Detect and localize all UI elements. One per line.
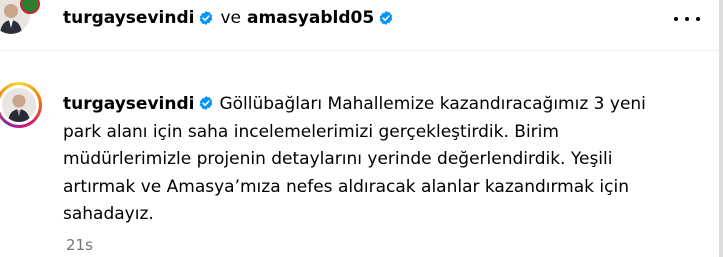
more-horizontal-icon <box>696 17 700 21</box>
commenter-avatar[interactable] <box>2 88 36 122</box>
caption-text-block: turgaysevindi Göllübağları Mahallemize ka… <box>63 91 663 229</box>
verified-badge-icon <box>200 96 213 110</box>
verified-badge-icon <box>379 11 393 25</box>
header-divider <box>0 50 719 51</box>
post-authors: turgaysevindi ve amasyabld05 <box>63 8 394 28</box>
more-options-button[interactable] <box>674 10 700 28</box>
scrollbar-track[interactable] <box>719 0 723 257</box>
commenter-username[interactable]: turgaysevindi <box>63 94 194 114</box>
collab-joiner: ve <box>220 8 241 28</box>
post-panel: turgaysevindi ve amasyabld05 turgaysevin… <box>0 0 723 257</box>
collaborator-avatar[interactable] <box>20 0 40 14</box>
more-horizontal-icon <box>685 17 689 21</box>
verified-badge-icon <box>200 11 213 25</box>
author-username[interactable]: turgaysevindi <box>63 8 194 28</box>
post-header: turgaysevindi ve amasyabld05 <box>0 0 719 40</box>
more-horizontal-icon <box>674 17 678 21</box>
comment-timestamp[interactable]: 21s <box>66 236 93 254</box>
story-ring[interactable] <box>0 82 42 128</box>
collaborator-username[interactable]: amasyabld05 <box>247 8 374 28</box>
